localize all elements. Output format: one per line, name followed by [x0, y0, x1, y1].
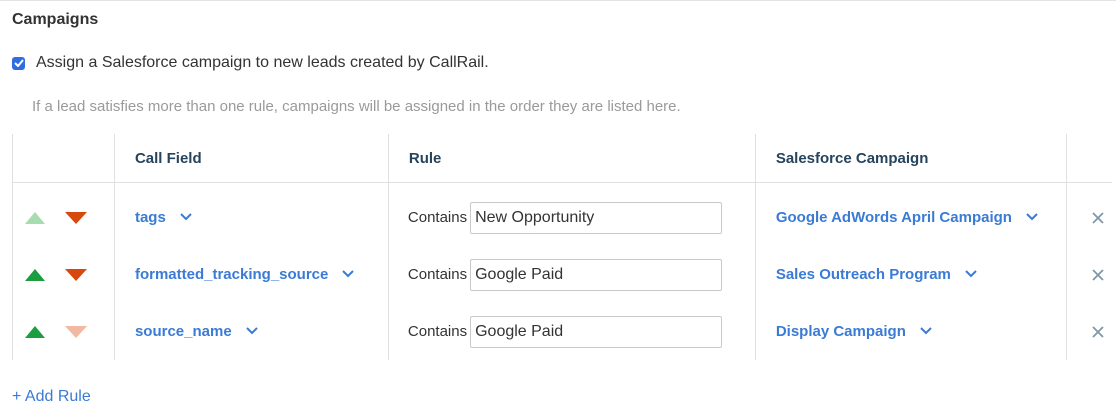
rule-operator: Contains [407, 323, 468, 340]
call-field-value: formatted_tracking_source [134, 265, 329, 283]
add-rule-button[interactable]: + Add Rule [12, 388, 91, 406]
reorder-controls [13, 268, 114, 281]
campaign-value: Display Campaign [775, 322, 906, 340]
chevron-down-icon [342, 270, 355, 278]
chevron-down-icon [965, 270, 977, 278]
table-row: formatted_tracking_source Contains Sales… [12, 246, 1113, 303]
rule-operator: Contains [407, 209, 468, 226]
close-icon [1092, 325, 1104, 338]
header-remove [1066, 134, 1112, 183]
order-note: If a lead satisfies more than one rule, … [32, 98, 681, 115]
header-call-field: Call Field [114, 134, 389, 183]
chevron-down-icon [920, 327, 932, 335]
section-title: Campaigns [12, 11, 99, 28]
triangle-down-icon[interactable] [65, 211, 87, 224]
header-rule: Rule [388, 134, 756, 183]
rule-operator: Contains [407, 266, 468, 283]
rule-value-input[interactable] [470, 201, 723, 234]
remove-rule-button[interactable] [1067, 325, 1113, 338]
triangle-up-icon[interactable] [25, 211, 45, 224]
rule-cell: Contains [389, 201, 755, 234]
triangle-up-icon[interactable] [25, 268, 45, 281]
top-divider [0, 0, 1116, 1]
rule-value-input[interactable] [470, 258, 723, 291]
close-icon [1092, 211, 1104, 224]
assign-campaign-label: Assign a Salesforce campaign to new lead… [36, 54, 489, 71]
table-header-row: Call Field Rule Salesforce Campaign [12, 134, 1112, 183]
campaign-rules-table: Call Field Rule Salesforce Campaign tags [12, 134, 1112, 360]
call-field-value: tags [134, 208, 166, 226]
call-field-select[interactable]: formatted_tracking_source [115, 265, 355, 283]
reorder-controls [13, 325, 114, 338]
chevron-down-icon [1026, 213, 1038, 221]
call-field-value: source_name [134, 322, 232, 340]
triangle-down-icon[interactable] [65, 325, 87, 338]
chevron-down-icon [180, 213, 192, 221]
rule-value-input[interactable] [470, 315, 723, 348]
assign-campaign-checkbox[interactable] [12, 56, 25, 70]
chevron-down-icon [245, 327, 258, 335]
call-field-select[interactable]: tags [115, 209, 192, 226]
header-salesforce-campaign: Salesforce Campaign [755, 134, 1067, 183]
campaign-value: Google AdWords April Campaign [775, 208, 1012, 226]
reorder-controls [13, 211, 114, 224]
triangle-up-icon[interactable] [25, 325, 45, 338]
check-icon [13, 59, 24, 67]
campaign-value: Sales Outreach Program [775, 265, 951, 283]
remove-rule-button[interactable] [1067, 211, 1113, 224]
table-row: tags Contains Google AdWords April Campa… [12, 189, 1113, 246]
assign-campaign-option: Assign a Salesforce campaign to new lead… [12, 54, 489, 72]
remove-rule-button[interactable] [1067, 268, 1113, 281]
rule-cell: Contains [389, 258, 755, 291]
call-field-select[interactable]: source_name [115, 323, 258, 340]
header-order [12, 134, 115, 183]
rule-cell: Contains [389, 315, 755, 348]
close-icon [1092, 268, 1104, 281]
campaign-select[interactable]: Google AdWords April Campaign [756, 209, 1038, 226]
table-row: source_name Contains Display Campaign [12, 303, 1113, 360]
triangle-down-icon[interactable] [65, 268, 87, 281]
campaign-select[interactable]: Sales Outreach Program [756, 266, 977, 283]
campaign-select[interactable]: Display Campaign [756, 323, 932, 340]
